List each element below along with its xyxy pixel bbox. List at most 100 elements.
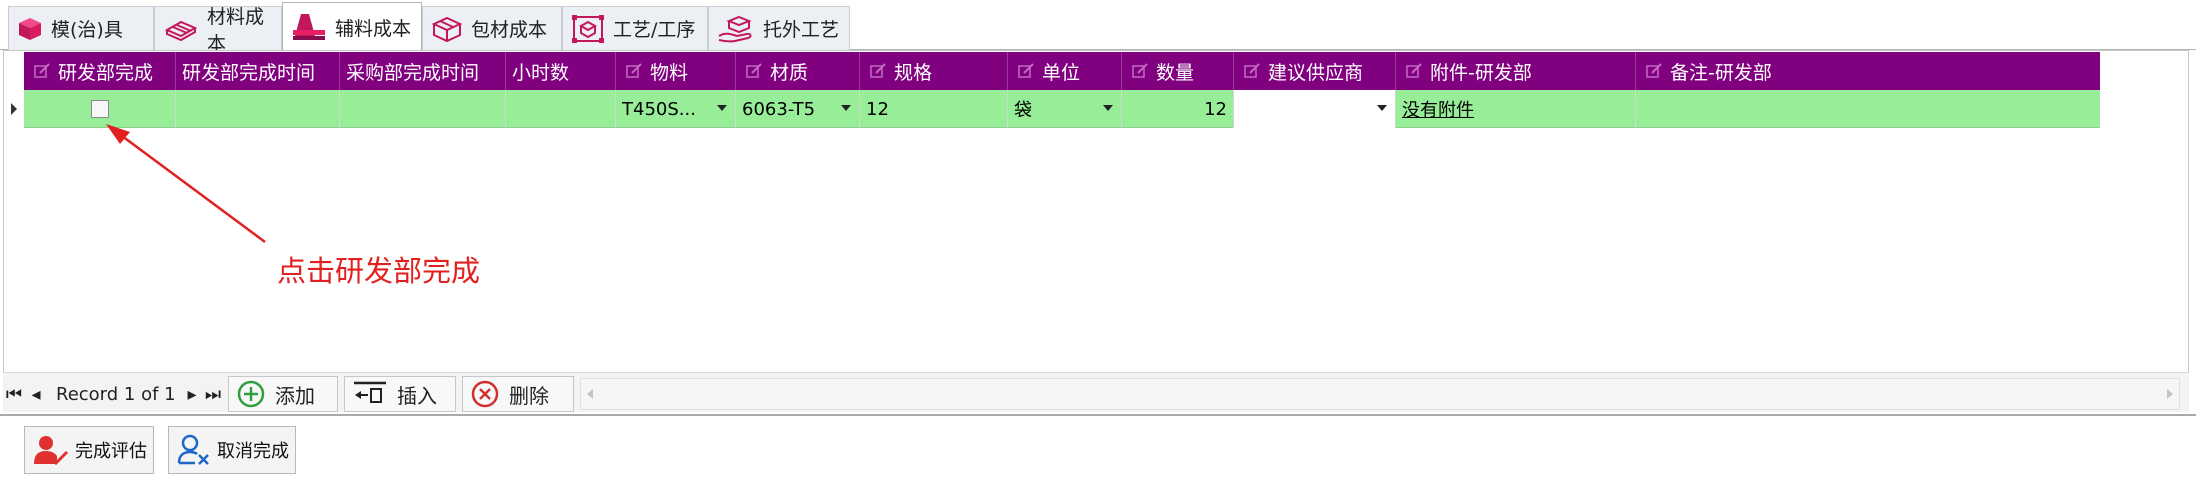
insert-row-icon [354,381,386,403]
column-attachment-rd[interactable]: 附件-研发部 [1396,52,1636,90]
quantity-value: 12 [1204,98,1227,120]
delete-label: 删除 [509,383,549,408]
column-quantity[interactable]: 数量 [1122,52,1234,90]
tab-package-cost[interactable]: 包材成本 [422,6,562,50]
scroll-right-icon[interactable] [2167,389,2173,399]
tab-mold[interactable]: 模(治)具 [8,6,154,50]
column-material[interactable]: 物料 [616,52,736,90]
spec-value: 12 [866,98,889,120]
cell-hours[interactable] [506,90,616,128]
column-label: 研发部完成 [58,61,154,84]
cell-unit[interactable]: 袋 [1008,90,1122,128]
column-label: 备注-研发部 [1670,61,1772,84]
column-hours[interactable]: 小时数 [506,52,616,90]
cell-attachment-rd[interactable]: 没有附件 [1396,90,1636,128]
texture-value: 6063-T5 [742,98,816,120]
delete-circle-icon [471,380,499,408]
complete-evaluation-button[interactable]: 完成评估 [24,426,154,474]
tab-outsource-process[interactable]: 托外工艺 [708,6,850,50]
column-purchase-complete-time[interactable]: 采购部完成时间 [340,52,506,90]
cell-material[interactable]: T450S... [616,90,736,128]
edit-icon [746,63,762,78]
first-record-icon[interactable]: ⏮ [6,378,22,410]
edit-icon [870,63,886,78]
unit-value: 袋 [1014,100,1032,121]
tab-label: 材料成本 [207,5,265,55]
cube-icon [19,17,41,40]
record-counter: Record 1 of 1 [56,383,176,405]
cell-supplier[interactable] [1234,90,1396,128]
complete-evaluation-label: 完成评估 [75,441,147,462]
edit-icon [1018,63,1034,78]
column-label: 材质 [770,61,809,84]
cancel-complete-label: 取消完成 [217,441,289,462]
column-remark-rd[interactable]: 备注-研发部 [1636,52,2100,90]
tab-process[interactable]: 工艺/工序 [562,6,708,50]
prev-record-icon[interactable]: ◂ [28,378,44,410]
attachment-link[interactable]: 没有附件 [1402,96,1474,122]
tab-label: 包材成本 [471,19,548,41]
column-label: 附件-研发部 [1430,61,1532,84]
column-label: 采购部完成时间 [346,61,480,84]
material-stack-icon [164,20,198,41]
cell-texture[interactable]: 6063-T5 [736,90,860,128]
rd-complete-checkbox[interactable] [90,100,109,118]
add-circle-icon [237,380,265,408]
cell-purchase-complete-time[interactable] [340,90,506,128]
column-label: 物料 [650,61,689,84]
outsource-hand-icon [718,15,752,42]
column-label: 规格 [894,61,933,84]
edit-icon [626,63,642,78]
cell-spec[interactable]: 12 [860,90,1008,128]
column-rd-complete-time[interactable]: 研发部完成时间 [176,52,340,90]
annotation-arrow-icon [106,124,266,244]
edit-icon [1132,63,1148,78]
column-label: 研发部完成时间 [182,61,316,84]
next-record-icon[interactable]: ▸ [184,378,200,410]
table-row[interactable]: T450S... 6063-T5 12 袋 12 没有附件 [24,90,2100,128]
tab-label: 辅料成本 [335,17,412,40]
column-label: 小时数 [512,61,570,84]
edit-icon [34,63,50,78]
tab-label: 工艺/工序 [613,19,696,41]
accessory-material-icon [293,14,325,40]
add-button[interactable]: 添加 [228,376,338,412]
tab-material-cost[interactable]: 材料成本 [154,6,282,55]
add-label: 添加 [275,383,315,408]
divider [0,414,2196,416]
user-check-icon [34,436,69,466]
annotation-text: 点击研发部完成 [277,254,481,288]
scroll-left-icon[interactable] [587,389,593,399]
dropdown-arrow-icon[interactable] [1103,105,1113,111]
column-supplier[interactable]: 建议供应商 [1234,52,1396,90]
dropdown-arrow-icon[interactable] [717,105,727,111]
insert-label: 插入 [397,383,437,408]
dropdown-arrow-icon[interactable] [1377,105,1387,111]
package-box-icon [431,16,463,42]
dropdown-arrow-icon[interactable] [841,105,851,111]
last-record-icon[interactable]: ⏭ [204,378,222,410]
delete-button[interactable]: 删除 [462,376,574,412]
user-cancel-icon [177,434,209,465]
column-rd-complete[interactable]: 研发部完成 [24,52,176,90]
row-indicator [3,90,24,128]
grid-header: 研发部完成 研发部完成时间 采购部完成时间 小时数 物料 材质 规格 单位 数量… [24,52,2100,90]
edit-icon [1244,63,1260,78]
tab-accessory-cost[interactable]: 辅料成本 [282,2,422,51]
horizontal-scrollbar[interactable] [580,378,2180,410]
edit-icon [1646,63,1662,78]
cell-remark-rd[interactable] [1636,90,2100,128]
material-value: T450S... [622,98,696,120]
process-icon [572,14,604,43]
tab-label: 托外工艺 [763,19,840,41]
column-unit[interactable]: 单位 [1008,52,1122,90]
insert-button[interactable]: 插入 [344,376,456,412]
cell-quantity[interactable]: 12 [1122,90,1234,128]
tab-label: 模(治)具 [51,19,123,41]
column-texture[interactable]: 材质 [736,52,860,90]
column-label: 建议供应商 [1268,61,1364,84]
edit-icon [1406,63,1422,78]
column-spec[interactable]: 规格 [860,52,1008,90]
column-label: 数量 [1156,61,1195,84]
cancel-complete-button[interactable]: 取消完成 [168,426,296,474]
